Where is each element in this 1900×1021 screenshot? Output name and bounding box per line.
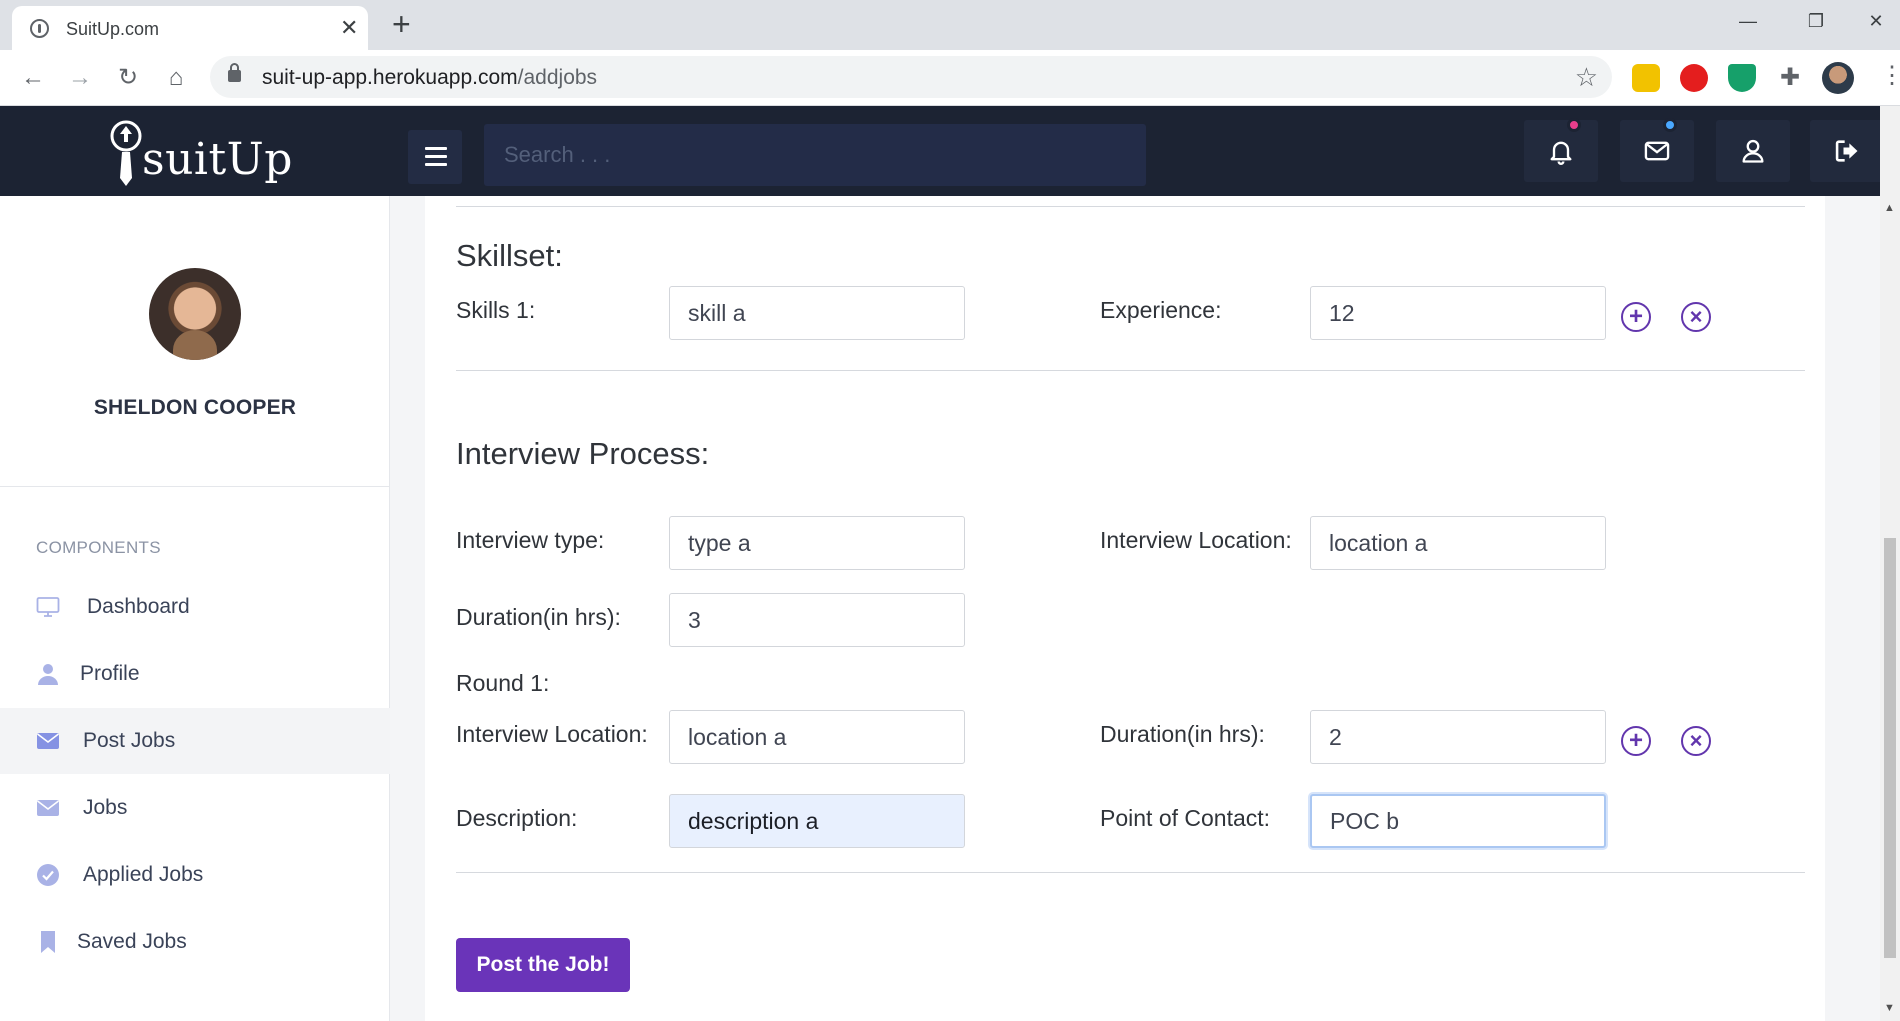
logout-icon [1835,140,1858,162]
duration-input[interactable] [669,593,965,647]
round-duration-input[interactable] [1310,710,1606,764]
round-title: Round 1: [456,670,550,696]
messages-button[interactable] [1620,118,1694,182]
add-job-form: Skillset: Skills 1: Experience: + × Inte… [425,196,1825,1021]
experience-label: Experience: [1100,297,1222,323]
tab-title: SuitUp.com [66,19,160,39]
sidebar-divider [0,486,390,487]
interview-location-input[interactable] [1310,516,1606,570]
sidebar-item-label: Profile [80,662,140,685]
check-circle-icon [37,864,59,886]
reload-icon[interactable]: ↻ [112,62,144,94]
browser-toolbar: ← → ↻ ⌂ suit-up-app.herokuapp.com/addjob… [0,50,1900,106]
sidebar-item-profile[interactable]: Profile [0,641,390,707]
browser-tab[interactable]: SuitUp.com ✕ [12,6,368,50]
sidebar-item-dashboard[interactable]: Dashboard [0,574,390,640]
home-icon[interactable]: ⌂ [160,62,192,94]
sidebar-item-label: Applied Jobs [83,863,204,886]
sidebar-item-label: Jobs [83,796,128,819]
point-of-contact-label: Point of Contact: [1100,805,1271,831]
round-location-input[interactable] [669,710,965,764]
description-label: Description: [456,805,578,831]
skill-input[interactable] [669,286,965,340]
bookmark-icon [41,931,55,953]
skill-label: Skills 1: [456,297,536,323]
remove-skill-button[interactable]: × [1681,302,1711,332]
round-duration-label: Duration(in hrs): [1100,721,1265,747]
interview-type-input[interactable] [669,516,965,570]
duration-label: Duration(in hrs): [456,604,621,630]
browser-tabstrip: SuitUp.com ✕ + — ❐ ✕ [0,0,1900,50]
tab-favicon-icon [30,19,49,38]
interview-location-label: Interview Location: [1100,527,1292,553]
app-header: suitUp [0,106,1884,196]
logout-button[interactable] [1810,120,1884,182]
extension-shield-icon[interactable] [1728,64,1756,92]
experience-input[interactable] [1310,286,1606,340]
notifications-button[interactable] [1524,118,1598,182]
sidebar-item-saved-jobs[interactable]: Saved Jobs [0,909,390,975]
suitup-logo[interactable]: suitUp [108,112,292,192]
lock-icon [228,63,241,82]
sidebar-item-post-jobs[interactable]: Post Jobs [0,708,390,774]
new-tab-icon[interactable]: + [392,8,411,40]
menu-toggle-button[interactable] [408,130,462,184]
section-divider [456,370,1805,371]
extension-adblock-icon[interactable] [1680,64,1708,92]
description-input[interactable] [669,794,965,848]
avatar[interactable] [149,268,241,360]
envelope-icon [37,733,59,749]
sidebar-item-applied-jobs[interactable]: Applied Jobs [0,842,390,908]
monitor-icon [36,597,60,617]
window-close-icon[interactable]: ✕ [1856,6,1896,36]
scroll-up-icon[interactable]: ▲ [1884,202,1895,214]
round-location-label: Interview Location: [456,721,648,747]
tab-close-icon[interactable]: ✕ [340,15,358,41]
post-job-button[interactable]: Post the Job! [456,938,630,992]
components-heading: COMPONENTS [36,538,161,557]
skillset-title: Skillset: [456,238,563,273]
sidebar-item-label: Saved Jobs [77,930,187,953]
interview-process-title: Interview Process: [456,436,710,471]
logo-text: suitUp [142,134,293,185]
address-bar[interactable]: suit-up-app.herokuapp.com/addjobs ☆ [210,56,1612,98]
message-dot [1663,118,1677,132]
envelope-icon [37,800,59,816]
restore-icon[interactable]: ❐ [1796,6,1836,36]
user-icon [1742,139,1764,163]
minimize-icon[interactable]: — [1728,6,1768,36]
page-scrollbar[interactable]: ▲ ▼ [1880,106,1900,1021]
tie-logo-icon [110,120,142,186]
scroll-thumb[interactable] [1884,538,1896,958]
user-icon [38,664,58,685]
add-skill-button[interactable]: + [1621,302,1651,332]
browser-profile-avatar[interactable] [1822,62,1854,94]
browser-menu-icon[interactable]: ⋮ [1880,64,1900,88]
sidebar-item-jobs[interactable]: Jobs [0,775,390,841]
sidebar-item-label: Dashboard [87,595,190,618]
add-round-button[interactable]: + [1621,726,1651,756]
extensions-puzzle-icon[interactable]: ✚ [1776,64,1804,92]
url-text[interactable]: suit-up-app.herokuapp.com/addjobs [262,66,597,90]
notification-dot [1567,118,1581,132]
sidebar-item-label: Post Jobs [83,729,176,752]
forward-icon[interactable]: → [64,62,96,94]
back-icon[interactable]: ← [17,62,49,94]
envelope-icon [1644,141,1670,161]
sidebar: SHELDON COOPER COMPONENTS Dashboard Prof… [0,196,390,1021]
point-of-contact-input[interactable] [1310,794,1606,848]
section-divider [456,872,1805,873]
interview-type-label: Interview type: [456,527,605,553]
extension-password-icon[interactable] [1632,64,1660,92]
scroll-down-icon[interactable]: ▼ [1884,1002,1895,1014]
section-divider [456,206,1805,207]
bookmark-star-icon[interactable]: ☆ [1575,62,1598,93]
profile-name: SHELDON COOPER [93,396,297,419]
bell-icon [1550,141,1572,165]
main-content: Skillset: Skills 1: Experience: + × Inte… [390,196,1880,1021]
search-input[interactable] [484,124,1146,186]
remove-round-button[interactable]: × [1681,726,1711,756]
account-button[interactable] [1716,120,1790,182]
